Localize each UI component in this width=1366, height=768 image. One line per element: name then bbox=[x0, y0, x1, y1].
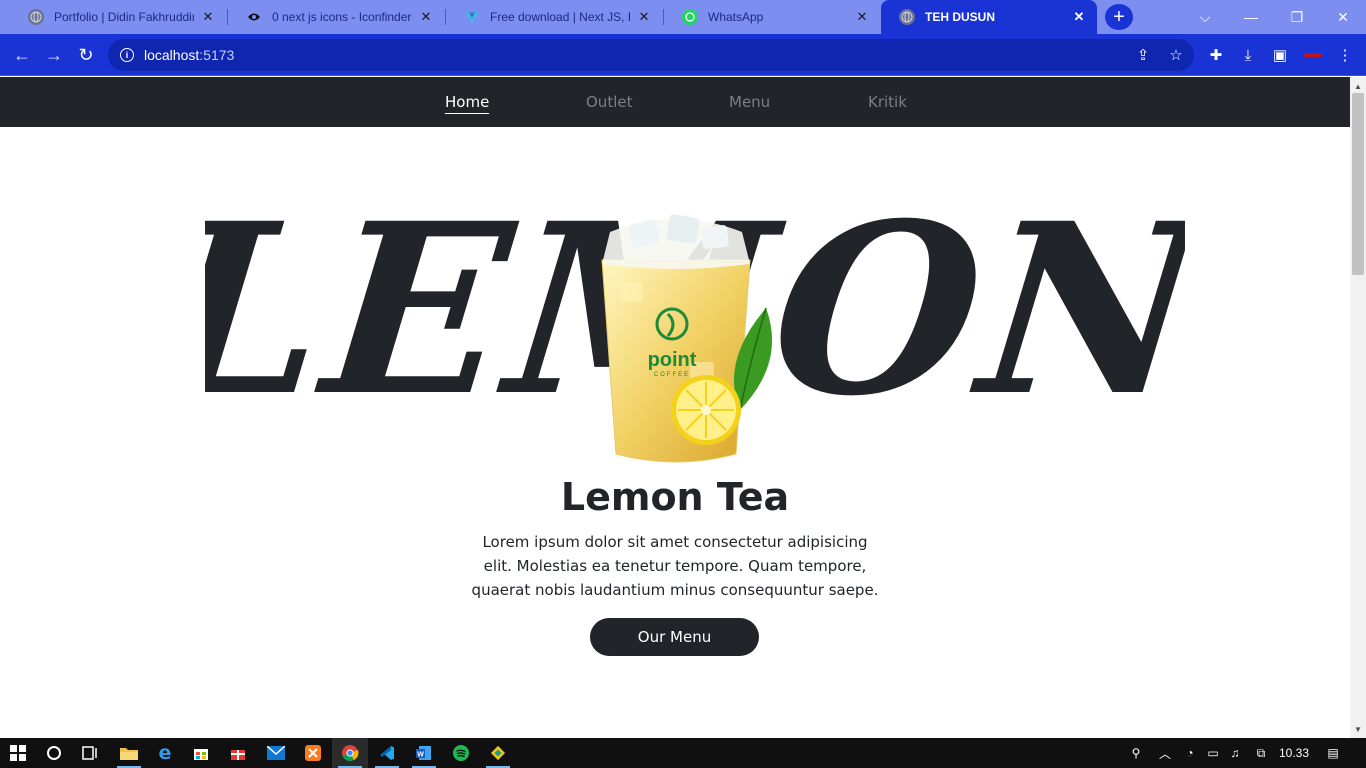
start-button[interactable] bbox=[0, 738, 36, 768]
hero-title: Lemon Tea bbox=[560, 475, 790, 519]
tab-title: Free download | Next JS, HD... bbox=[490, 10, 630, 24]
browser-toolbar: ← → ↻ i localhost:5173 ⇪ ☆ ✚ ⤓ ▣ ⋮ bbox=[0, 34, 1366, 76]
windows-taskbar: e W ⚲ ︿ ◔ ▭ ♫ ⧉ 10.33 ▤ bbox=[0, 738, 1366, 768]
tab-title: 0 next js icons - Iconfinder bbox=[272, 10, 412, 24]
tab-search-icon[interactable]: ⌵ bbox=[1182, 0, 1228, 34]
store-icon[interactable] bbox=[183, 738, 219, 768]
spotify-icon[interactable] bbox=[443, 738, 479, 768]
globe-icon bbox=[899, 9, 915, 25]
window-close-button[interactable]: ✕ bbox=[1320, 0, 1366, 34]
whatsapp-icon bbox=[682, 9, 698, 25]
search-icon[interactable] bbox=[36, 738, 72, 768]
browser-tab[interactable]: Portfolio | Didin Fakhruddin ✕ bbox=[10, 0, 226, 34]
address-bar[interactable]: i localhost:5173 bbox=[108, 39, 1194, 71]
browser-tab-strip: Portfolio | Didin Fakhruddin ✕ 0 next js… bbox=[0, 0, 1366, 34]
back-button[interactable]: ← bbox=[9, 42, 35, 68]
task-view-icon[interactable] bbox=[72, 738, 108, 768]
notifications-icon[interactable]: ▤ bbox=[1320, 738, 1346, 768]
browser-tab[interactable]: Free download | Next JS, HD... ✕ bbox=[446, 0, 662, 34]
scrollbar-thumb[interactable] bbox=[1352, 93, 1364, 275]
tab-title: Portfolio | Didin Fakhruddin bbox=[54, 10, 194, 24]
nav-menu[interactable]: Menu bbox=[729, 93, 770, 111]
close-icon[interactable]: ✕ bbox=[418, 9, 434, 25]
chrome-icon[interactable] bbox=[332, 738, 368, 768]
close-icon[interactable]: ✕ bbox=[200, 9, 216, 25]
forward-button[interactable]: → bbox=[41, 42, 67, 68]
tab-title: WhatsApp bbox=[708, 10, 764, 24]
extensions-icon[interactable]: ✚ bbox=[1203, 42, 1229, 68]
vscode-icon[interactable] bbox=[369, 738, 405, 768]
scroll-up-arrow-icon[interactable]: ▲ bbox=[1350, 79, 1366, 93]
bookmark-star-icon[interactable]: ☆ bbox=[1163, 42, 1189, 68]
people-icon[interactable]: ⚲ bbox=[1124, 738, 1148, 768]
iconfinder-icon bbox=[246, 9, 262, 25]
close-icon[interactable]: ✕ bbox=[636, 9, 652, 25]
browser-tab[interactable]: 0 next js icons - Iconfinder ✕ bbox=[228, 0, 444, 34]
our-menu-button[interactable]: Our Menu bbox=[590, 618, 759, 656]
minimize-button[interactable]: — bbox=[1228, 0, 1274, 34]
url-host: localhost bbox=[144, 47, 200, 63]
word-icon[interactable]: W bbox=[406, 738, 442, 768]
xampp-icon[interactable] bbox=[295, 738, 331, 768]
page-viewport: Home Outlet Menu Kritik LEMON point COFF… bbox=[0, 77, 1350, 738]
side-panel-icon[interactable]: ▣ bbox=[1267, 42, 1293, 68]
edge-icon[interactable]: e bbox=[147, 738, 183, 768]
restore-button[interactable]: ❐ bbox=[1274, 0, 1320, 34]
download-icon[interactable]: ⤓ bbox=[1235, 42, 1261, 68]
scroll-down-arrow-icon[interactable]: ▼ bbox=[1350, 722, 1366, 736]
vite-icon bbox=[464, 9, 480, 25]
volume-icon[interactable]: ♫ bbox=[1225, 738, 1245, 768]
url-port: :5173 bbox=[199, 47, 235, 63]
cup-brand-text: point bbox=[648, 349, 697, 371]
browser-tab[interactable]: WhatsApp ✕ bbox=[664, 0, 880, 34]
svg-text:W: W bbox=[417, 752, 424, 759]
cup-tagline-text: COFFEE bbox=[654, 372, 690, 378]
browser-tab-active[interactable]: TEH DUSUN ✕ bbox=[881, 0, 1097, 34]
new-tab-button[interactable]: + bbox=[1105, 4, 1133, 30]
site-info-icon[interactable]: i bbox=[120, 48, 134, 62]
menu-icon[interactable]: ⋮ bbox=[1332, 42, 1358, 68]
site-navbar: Home Outlet Menu Kritik bbox=[0, 77, 1350, 127]
git-icon[interactable] bbox=[480, 738, 516, 768]
gift-icon[interactable] bbox=[220, 738, 256, 768]
nav-kritik[interactable]: Kritik bbox=[868, 93, 907, 111]
screen-capture-icon[interactable]: ⧉ bbox=[1250, 738, 1272, 768]
nav-outlet[interactable]: Outlet bbox=[586, 93, 632, 111]
battery-icon[interactable]: ▭ bbox=[1203, 738, 1223, 768]
wifi-icon[interactable]: ◔ bbox=[1180, 738, 1200, 768]
nav-home[interactable]: Home bbox=[445, 93, 490, 114]
tray-overflow-chevron-icon[interactable]: ︿ bbox=[1155, 738, 1175, 768]
mail-icon[interactable] bbox=[258, 738, 294, 768]
profile-icon[interactable] bbox=[1300, 42, 1326, 68]
hero-description: Lorem ipsum dolor sit amet consectetur a… bbox=[471, 533, 879, 599]
clock[interactable]: 10.33 bbox=[1272, 738, 1316, 768]
lemon-tea-cup-image: point COFFEE bbox=[601, 214, 773, 463]
reload-button[interactable]: ↻ bbox=[73, 42, 99, 68]
share-icon[interactable]: ⇪ bbox=[1130, 42, 1156, 68]
globe-icon bbox=[28, 9, 44, 25]
file-explorer-icon[interactable] bbox=[111, 738, 147, 768]
tab-title: TEH DUSUN bbox=[925, 10, 996, 24]
close-icon[interactable]: ✕ bbox=[1071, 9, 1087, 25]
page-scrollbar[interactable]: ▲ ▼ bbox=[1350, 77, 1366, 738]
close-icon[interactable]: ✕ bbox=[854, 9, 870, 25]
